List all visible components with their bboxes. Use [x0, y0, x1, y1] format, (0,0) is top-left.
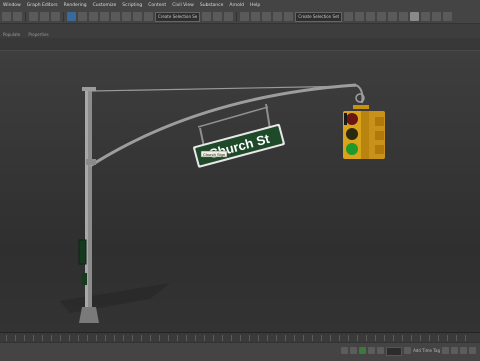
ribbon: Populate Properties	[0, 24, 480, 39]
scale-icon[interactable]	[133, 12, 142, 21]
toggle-scene-explorer-icon[interactable]	[366, 12, 376, 21]
reference-coordinate-dropdown[interactable]: Create Selection Se	[155, 11, 201, 22]
go-to-end-icon[interactable]	[377, 347, 385, 354]
play-icon[interactable]	[359, 347, 367, 354]
pole-shadow	[60, 283, 170, 313]
menu-item-scripting[interactable]: Scripting	[119, 3, 145, 8]
undo-icon[interactable]	[2, 12, 11, 21]
rectangular-selection-icon[interactable]	[89, 12, 98, 21]
spinner-snap-icon[interactable]	[273, 12, 283, 21]
rotate-icon[interactable]	[122, 12, 131, 21]
material-editor-icon[interactable]	[410, 12, 420, 21]
next-frame-icon[interactable]	[368, 347, 376, 354]
angle-snap-icon[interactable]	[251, 12, 261, 21]
menu-item-arnold[interactable]: Arnold	[226, 3, 247, 8]
curve-editor-icon[interactable]	[388, 12, 398, 21]
bind-space-warp-icon[interactable]	[51, 12, 60, 21]
orbit-icon[interactable]	[460, 347, 467, 354]
object-tooltip-text: Church Sign	[203, 152, 225, 157]
menu-bar: Window Graph Editors Rendering Customize…	[0, 0, 480, 10]
menu-item-substance[interactable]: Substance	[197, 3, 227, 8]
ribbon-tabs: Populate Properties	[3, 32, 49, 37]
green-light	[346, 143, 358, 155]
select-by-name-icon[interactable]	[78, 12, 87, 21]
visor-left-top	[344, 113, 347, 125]
snap-toggle-icon[interactable]	[240, 12, 250, 21]
select-object-icon[interactable]	[67, 12, 76, 21]
render-production-icon[interactable]	[443, 12, 453, 21]
edit-named-selection-icon[interactable]	[284, 12, 294, 21]
render-setup-icon[interactable]	[421, 12, 431, 21]
toolbar-separator	[63, 11, 64, 22]
signal-top-bracket	[353, 105, 369, 109]
menu-item-civil-view[interactable]: Civil View	[169, 3, 197, 8]
side-lens-middle	[375, 131, 384, 140]
side-lens-bottom	[375, 145, 384, 154]
toolbar-separator	[25, 11, 26, 22]
street-sign: Church St	[193, 123, 285, 168]
pivot-center-icon[interactable]	[202, 12, 212, 21]
named-selection-dropdown[interactable]: Create Selection Set	[295, 11, 343, 22]
window-crossing-icon[interactable]	[100, 12, 109, 21]
rendered-frame-window-icon[interactable]	[432, 12, 442, 21]
playback-controls: Add Time Tag	[341, 347, 476, 356]
place-icon[interactable]	[144, 12, 153, 21]
status-bar: Add Time Tag	[0, 342, 480, 361]
pedestrian-signal-lower	[82, 273, 87, 285]
ribbon-tab-properties[interactable]: Properties	[28, 32, 48, 37]
unlink-icon[interactable]	[40, 12, 49, 21]
pedestrian-signal-upper	[78, 239, 87, 265]
scene-render: Church St Church Sign	[60, 83, 385, 323]
main-toolbar: Create Selection Se Create Selection Set	[0, 10, 480, 24]
menu-item-graph-editors[interactable]: Graph Editors	[24, 3, 61, 8]
signal-head-middle	[361, 111, 369, 159]
arm-collar	[86, 159, 96, 165]
link-icon[interactable]	[29, 12, 38, 21]
redo-icon[interactable]	[13, 12, 22, 21]
toolbar-separator	[236, 11, 238, 22]
schematic-view-icon[interactable]	[399, 12, 409, 21]
add-time-tag[interactable]: Add Time Tag	[413, 347, 440, 356]
pole-base	[79, 307, 99, 323]
mirror-icon[interactable]	[344, 12, 354, 21]
current-frame-field[interactable]	[386, 347, 403, 356]
menu-item-help[interactable]: Help	[247, 3, 263, 8]
percent-snap-icon[interactable]	[262, 12, 272, 21]
sign-bracket	[197, 106, 269, 128]
menu-item-rendering[interactable]: Rendering	[61, 3, 90, 8]
perspective-viewport[interactable]: Church St Church Sign	[0, 50, 480, 333]
viewport-header	[0, 38, 480, 50]
menu-item-content[interactable]: Content	[145, 3, 169, 8]
traffic-signal	[343, 105, 385, 159]
yellow-light	[346, 128, 358, 140]
ribbon-tab-populate[interactable]: Populate	[3, 32, 20, 37]
zoom-icon[interactable]	[442, 347, 449, 354]
timeline-ticks	[6, 335, 474, 341]
menu-item-window[interactable]: Window	[0, 3, 24, 8]
go-to-start-icon[interactable]	[341, 347, 349, 354]
time-config-icon[interactable]	[404, 347, 412, 354]
keyboard-shortcut-icon[interactable]	[224, 12, 234, 21]
maximize-viewport-icon[interactable]	[469, 347, 476, 354]
select-manipulate-icon[interactable]	[213, 12, 223, 21]
menu-item-customize[interactable]: Customize	[90, 3, 120, 8]
side-lens-top	[375, 117, 384, 126]
red-light	[346, 113, 358, 125]
previous-frame-icon[interactable]	[350, 347, 358, 354]
align-icon[interactable]	[355, 12, 365, 21]
pan-icon[interactable]	[451, 347, 458, 354]
move-icon[interactable]	[111, 12, 120, 21]
layer-explorer-icon[interactable]	[377, 12, 387, 21]
